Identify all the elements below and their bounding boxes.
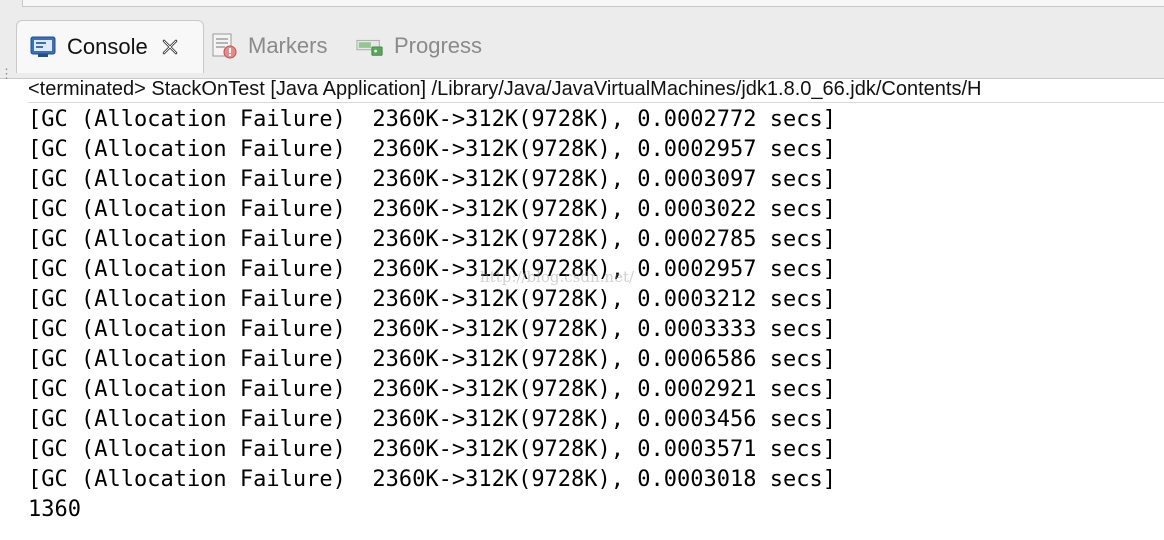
console-line: [GC (Allocation Failure) 2360K->312K(972… [28,227,836,252]
tab-progress[interactable]: Progress [356,20,482,72]
console-line: 1360 [28,497,81,522]
console-line: [GC (Allocation Failure) 2360K->312K(972… [28,377,836,402]
tab-markers-label: Markers [248,33,328,58]
markers-icon [210,32,238,60]
editor-bottom-edge [22,0,1164,7]
console-line: [GC (Allocation Failure) 2360K->312K(972… [28,317,836,342]
console-line: [GC (Allocation Failure) 2360K->312K(972… [28,137,836,162]
console-icon [29,33,57,61]
tab-progress-label: Progress [394,33,483,58]
gutter-marker: ⋮ [0,66,13,81]
console-line: [GC (Allocation Failure) 2360K->312K(972… [28,407,836,432]
tab-console[interactable]: Console [16,20,204,73]
console-line: [GC (Allocation Failure) 2360K->312K(972… [28,437,836,462]
console-status-line: <terminated> StackOnTest [Java Applicati… [28,76,1164,103]
tab-console-label: Console [67,34,148,59]
console-line: [GC (Allocation Failure) 2360K->312K(972… [28,167,836,192]
watermark: http://blog.csdn.net/ [480,268,635,286]
top-strip [0,0,1164,14]
console-line: [GC (Allocation Failure) 2360K->312K(972… [28,107,836,132]
console-line: [GC (Allocation Failure) 2360K->312K(972… [28,197,836,222]
console-line: [GC (Allocation Failure) 2360K->312K(972… [28,287,836,312]
console-line: [GC (Allocation Failure) 2360K->312K(972… [28,467,836,492]
view-tab-bar: Console Markers Progress [0,14,1164,79]
close-icon[interactable] [160,37,180,57]
progress-icon [356,32,384,60]
console-output[interactable]: [GC (Allocation Failure) 2360K->312K(972… [28,105,1158,525]
console-line: [GC (Allocation Failure) 2360K->312K(972… [28,347,836,372]
tab-markers[interactable]: Markers [210,20,327,72]
